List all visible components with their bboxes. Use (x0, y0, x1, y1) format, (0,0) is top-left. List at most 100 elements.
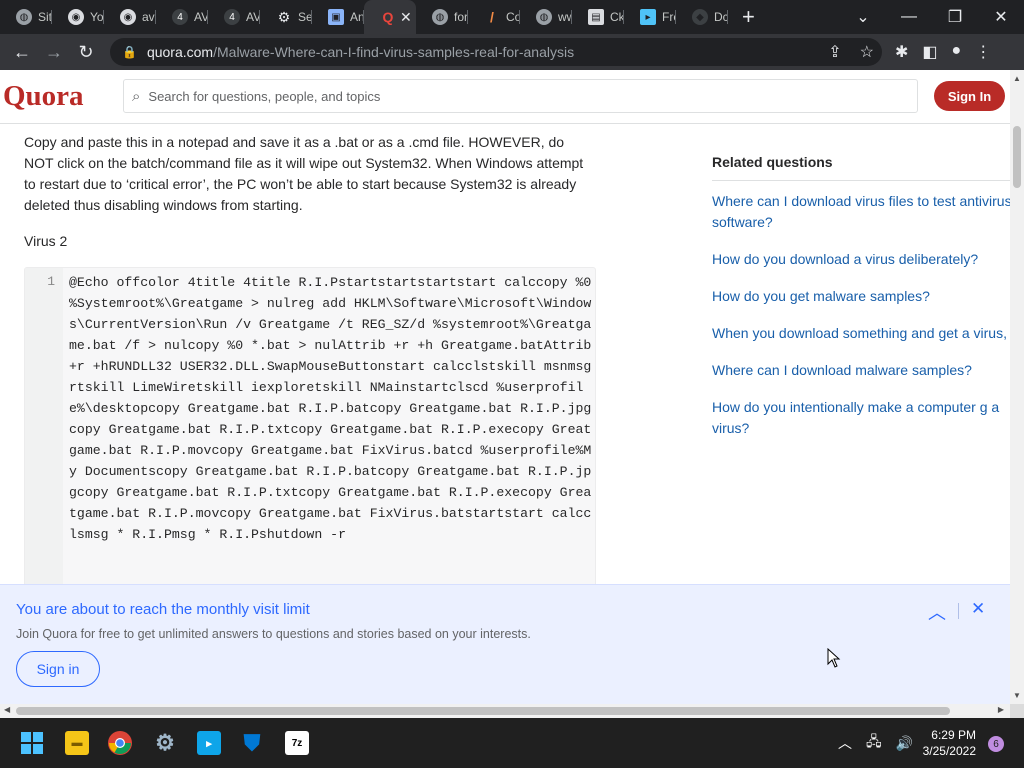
globe-icon: ◍ (16, 9, 32, 25)
visit-limit-banner: You are about to reach the monthly visit… (0, 584, 1010, 704)
share-icon[interactable]: ⇪ (828, 42, 841, 62)
close-icon[interactable]: ✕ (971, 599, 985, 619)
av-icon: 4 (172, 9, 188, 25)
bookmark-star-icon[interactable]: ☆ (860, 42, 874, 62)
related-question-link[interactable]: How do you get malware samples? (712, 286, 1010, 307)
related-question-link[interactable]: Where can I download malware samples? (712, 360, 1010, 381)
reload-icon[interactable]: ↻ (70, 42, 102, 63)
chrome-icon[interactable] (108, 731, 132, 755)
back-icon[interactable]: ← (6, 42, 38, 63)
chevron-up-icon[interactable]: ︿ (838, 733, 852, 753)
close-tab-icon[interactable]: ✕ (400, 9, 412, 26)
answer-paragraph: Copy and paste this in a notepad and sav… (24, 134, 584, 213)
horizontal-scrollbar[interactable]: ◀ ▶ (0, 704, 1010, 718)
vertical-scrollbar[interactable]: ▲ ▼ (1010, 70, 1024, 704)
quora-logo[interactable]: Quora (3, 80, 84, 113)
browser-tab[interactable]: ◉ Yo (52, 0, 104, 34)
chrome-icon: ◉ (120, 9, 136, 25)
search-icon: ⌕ (132, 87, 141, 105)
banner-divider (958, 603, 959, 619)
close-window-icon[interactable]: ✕ (978, 7, 1024, 27)
remote-app-icon[interactable]: ▸ (197, 731, 221, 755)
av-icon: 4 (224, 9, 240, 25)
search-placeholder: Search for questions, people, and topics (148, 88, 381, 104)
scroll-down-icon[interactable]: ▼ (1013, 691, 1021, 700)
tab-search-icon[interactable]: ⌄ (840, 7, 886, 27)
address-bar[interactable]: 🔒 quora.com/Malware-Where-can-I-find-vir… (110, 38, 882, 66)
collapse-chevron-icon[interactable]: ︿ (928, 599, 946, 625)
scrollbar-corner (1010, 704, 1024, 718)
window-controls: ⌄ — ❐ ✕ (840, 0, 1024, 34)
browser-tab[interactable]: ▤ Ck (572, 0, 624, 34)
clock[interactable]: 6:29 PM 3/25/2022 (918, 727, 976, 759)
banner-sign-in-button[interactable]: Sign in (16, 651, 100, 687)
slash-icon: / (490, 9, 494, 25)
forward-icon[interactable]: → (38, 42, 70, 63)
quora-icon: Q (382, 9, 394, 25)
scroll-right-icon[interactable]: ▶ (998, 705, 1004, 714)
related-question-link[interactable]: How do you intentionally make a computer… (712, 397, 1010, 439)
chrome-icon: ◉ (68, 9, 84, 25)
side-panel-icon[interactable]: ◧ (922, 42, 937, 62)
sign-in-button[interactable]: Sign In (934, 81, 1005, 111)
browser-tab[interactable]: ⚙ Se (260, 0, 312, 34)
network-icon[interactable]: 🖧 (866, 731, 882, 755)
scroll-thumb[interactable] (1013, 126, 1021, 188)
globe-icon: ◍ (536, 9, 552, 25)
volume-icon[interactable]: 🔊 (896, 735, 913, 752)
settings-icon[interactable]: ⚙ (153, 730, 177, 755)
toolbar-actions: ✱ ◧ ● ⋮ (895, 42, 991, 62)
system-tray: ︿ 🖧 🔊 (838, 718, 913, 768)
browser-tab[interactable]: ◍ Sit (0, 0, 52, 34)
scroll-left-icon[interactable]: ◀ (4, 705, 10, 714)
browser-tab[interactable]: 4 AV (208, 0, 260, 34)
gear-icon: ⚙ (277, 8, 291, 25)
7zip-icon[interactable]: 7z (285, 731, 309, 755)
notification-badge[interactable]: 6 (988, 736, 1004, 752)
search-input[interactable]: ⌕ Search for questions, people, and topi… (123, 79, 918, 113)
related-questions: Related questions Where can I download v… (712, 154, 1010, 439)
browser-tab[interactable]: ◆ Dc (676, 0, 728, 34)
shield-icon: ◆ (692, 9, 708, 25)
lock-icon[interactable]: 🔒 (122, 45, 137, 59)
browser-tab[interactable]: 4 AV (156, 0, 208, 34)
banner-subtitle: Join Quora for free to get unlimited ans… (16, 627, 531, 641)
code-text: @Echo offcolor 4title 4title R.I.Pstarts… (69, 275, 592, 542)
clock-time: 6:29 PM (931, 728, 976, 742)
section-heading: Virus 2 (24, 233, 68, 249)
defender-shield-icon[interactable]: ⛊ (240, 730, 264, 755)
minimize-icon[interactable]: — (886, 8, 932, 26)
browser-toolbar: ← → ↻ 🔒 quora.com/Malware-Where-can-I-fi… (0, 34, 1024, 70)
browser-tab[interactable]: ◉ av (104, 0, 156, 34)
file-icon: ▸ (640, 9, 656, 25)
related-question-link[interactable]: When you download something and get a vi… (712, 323, 1008, 344)
line-number: 1 (25, 268, 63, 584)
related-question-link[interactable]: How do you download a virus deliberately… (712, 249, 1010, 270)
banner-title: You are about to reach the monthly visit… (16, 601, 310, 618)
start-icon[interactable] (20, 731, 44, 755)
new-tab-button[interactable]: + (742, 4, 755, 30)
browser-tab-active[interactable]: Q ✕ (364, 0, 416, 34)
extensions-icon[interactable]: ✱ (895, 42, 908, 62)
related-title: Related questions (712, 154, 1010, 181)
related-question-link[interactable]: Where can I download virus files to test… (712, 191, 1010, 233)
page-icon: ▣ (328, 9, 344, 25)
scroll-thumb[interactable] (16, 707, 950, 715)
browser-tab[interactable]: ▸Fre (624, 0, 676, 34)
browser-tab[interactable]: ◍ ww (520, 0, 572, 34)
globe-icon: ◍ (432, 9, 448, 25)
image-icon: ▤ (588, 9, 604, 25)
restore-icon[interactable]: ❐ (932, 7, 978, 27)
profile-icon[interactable]: ● (952, 42, 962, 62)
scroll-up-icon[interactable]: ▲ (1013, 74, 1021, 83)
file-explorer-icon[interactable]: ▬ (65, 731, 89, 755)
browser-tab[interactable]: ◍ for (416, 0, 468, 34)
code-block: 1 @Echo offcolor 4title 4title R.I.Pstar… (24, 267, 596, 584)
browser-tab[interactable]: / Co (468, 0, 520, 34)
clock-date: 3/25/2022 (922, 744, 976, 758)
page-content: Copy and paste this in a notepad and sav… (0, 124, 1010, 584)
browser-tab-strip: ◍ Sit ◉ Yo ◉ av 4 AV 4 AV ⚙ Se ▣ An Q ✕ ◍ for / Co… (0, 0, 1024, 34)
browser-tab[interactable]: ▣ An (312, 0, 364, 34)
menu-icon[interactable]: ⋮ (975, 42, 991, 62)
windows-taskbar: ▬ ⚙ ▸ ⛊ 7z ︿ 🖧 🔊 6:29 PM 3/25/2022 (0, 718, 1024, 768)
